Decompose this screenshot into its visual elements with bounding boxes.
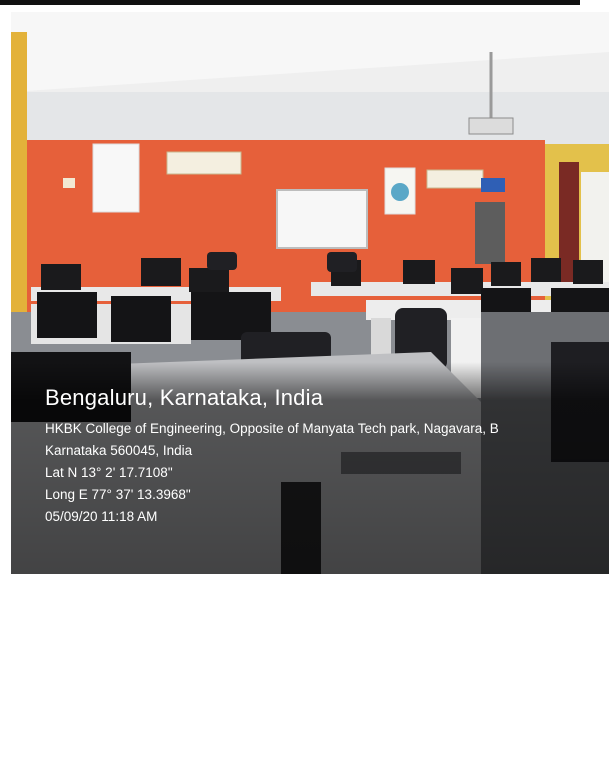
location-stamp-text: Bengaluru, Karnataka, India HKBK College… [45, 384, 499, 528]
wall-sign [481, 178, 505, 192]
computer-lab-photo: Bengaluru, Karnataka, India HKBK College… [11, 12, 609, 574]
location-longitude: Long E 77° 37' 13.3968" [45, 487, 191, 502]
projector [468, 117, 514, 135]
ac-unit [166, 151, 242, 175]
ac-unit [426, 169, 484, 189]
location-timestamp: 05/09/20 11:18 AM [45, 509, 158, 524]
location-address-line1: HKBK College of Engineering, Opposite of… [45, 421, 499, 436]
whiteboard [276, 189, 368, 249]
location-address-line2: Karnataka 560045, India [45, 443, 193, 458]
location-latitude: Lat N 13° 2' 17.7108" [45, 465, 173, 480]
location-city: Bengaluru, Karnataka, India [45, 385, 324, 410]
top-border-line [0, 0, 580, 5]
wall-poster [92, 143, 140, 213]
location-stamp: Bengaluru, Karnataka, India HKBK College… [11, 362, 609, 574]
